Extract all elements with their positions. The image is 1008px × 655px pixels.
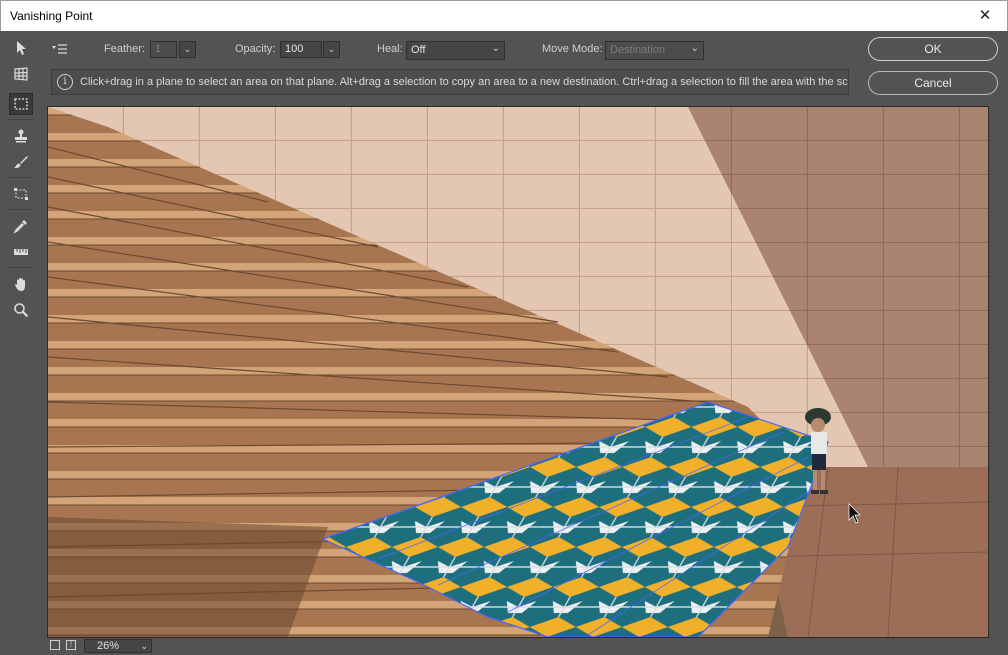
hand-tool-icon[interactable] bbox=[9, 273, 33, 295]
feather-dropdown-button[interactable]: ⌄ bbox=[179, 41, 196, 58]
chevron-down-icon: ⌄ bbox=[491, 43, 500, 54]
info-message: Click+drag in a plane to select an area … bbox=[80, 76, 848, 88]
zoom-select[interactable]: 26% ⌄ bbox=[84, 639, 152, 653]
brush-tool-icon[interactable] bbox=[9, 151, 33, 173]
close-icon[interactable]: ✕ bbox=[963, 1, 1007, 31]
ok-button[interactable]: OK bbox=[868, 37, 998, 61]
title-bar: Vanishing Point ✕ bbox=[0, 0, 1008, 31]
options-bar: Feather: 1 ⌄ Opacity: 100 ⌄ Heal: Off ⌄ … bbox=[44, 31, 864, 67]
heal-value: Off bbox=[411, 44, 426, 56]
measure-tool-icon[interactable] bbox=[9, 241, 33, 263]
chevron-down-icon: ⌄ bbox=[690, 43, 699, 54]
eyedropper-tool-icon[interactable] bbox=[9, 215, 33, 237]
feather-label: Feather: bbox=[104, 43, 145, 55]
heal-select[interactable]: Off ⌄ bbox=[406, 41, 505, 60]
transform-tool-icon[interactable] bbox=[9, 183, 33, 205]
heal-label: Heal: bbox=[377, 43, 403, 55]
cancel-button[interactable]: Cancel bbox=[868, 71, 998, 95]
zoom-value: 26% bbox=[97, 640, 120, 652]
opacity-field[interactable]: 100 bbox=[280, 41, 322, 58]
options-menu-icon[interactable] bbox=[52, 43, 68, 55]
move-mode-value: Destination bbox=[610, 44, 666, 56]
move-mode-label: Move Mode: bbox=[542, 43, 603, 55]
move-mode-select[interactable]: Destination ⌄ bbox=[605, 41, 704, 60]
info-bar: i Click+drag in a plane to select an are… bbox=[51, 69, 849, 95]
edit-plane-tool-icon[interactable] bbox=[9, 37, 33, 59]
view-square-icon[interactable] bbox=[50, 640, 60, 650]
stamp-tool-icon[interactable] bbox=[9, 125, 33, 147]
info-icon: i bbox=[57, 74, 73, 90]
opacity-dropdown-button[interactable]: ⌄ bbox=[323, 41, 340, 58]
canvas-image bbox=[48, 107, 988, 637]
info-small-icon[interactable]: ! bbox=[66, 640, 76, 650]
image-canvas[interactable] bbox=[47, 106, 989, 638]
chevron-down-icon: ⌄ bbox=[140, 641, 148, 651]
marquee-tool-icon[interactable] bbox=[9, 93, 33, 115]
create-plane-tool-icon[interactable] bbox=[9, 63, 33, 85]
feather-field[interactable]: 1 bbox=[150, 41, 177, 58]
window-title: Vanishing Point bbox=[10, 9, 93, 23]
tool-panel bbox=[0, 31, 44, 655]
zoom-tool-icon[interactable] bbox=[9, 299, 33, 321]
opacity-label: Opacity: bbox=[235, 43, 276, 55]
status-bar: ! 26% ⌄ bbox=[44, 637, 1008, 655]
